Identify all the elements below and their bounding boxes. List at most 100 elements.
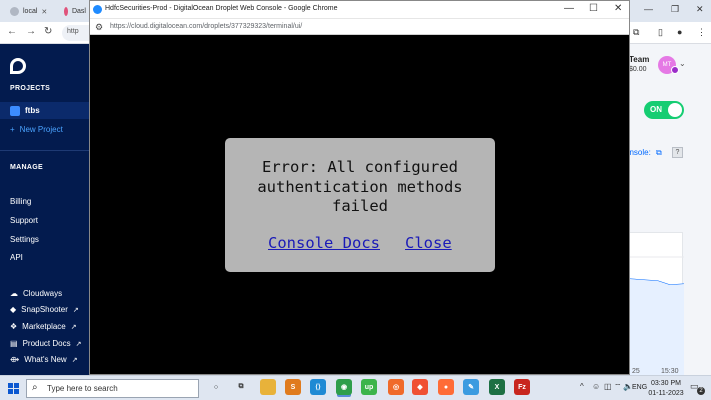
copy-icon[interactable]: ⧉ [656,148,662,158]
sidebar-item-billing[interactable]: Billing [10,197,31,206]
side-panel-icon[interactable]: ▯ [658,27,663,38]
external-link-icon: ↗ [75,340,82,348]
sidebar-item-label: What's New [24,355,67,364]
new-project-button[interactable]: + New Project [10,125,63,134]
vscode-icon[interactable]: ⟨⟩ [310,379,326,395]
sidebar-item-marketplace[interactable]: ❖ Marketplace ↗ [10,322,77,331]
person-icon[interactable]: ☺ [592,382,600,391]
reload-icon[interactable]: ↻ [44,26,52,37]
sidebar-item-cloudways[interactable]: ☁ Cloudways [10,289,62,298]
close-dialog-link[interactable]: Close [405,234,452,252]
filezilla-icon[interactable]: Fz [514,379,530,395]
cpu-graph [629,256,685,376]
cloud-icon: ☁ [10,289,18,298]
popup-address-bar[interactable]: ⚙ https://cloud.digitalocean.com/droplet… [90,18,629,35]
help-icon[interactable]: ? [672,147,683,158]
sidebar-item-label: Cloudways [23,289,63,298]
taskbar: ⌕ Type here to search ^ ☺ ◫ ⌔ 🔈 ENG 03:3… [0,375,711,400]
input-language[interactable]: ENG [632,384,647,391]
excel-icon[interactable]: X [489,379,505,395]
close-window-icon[interactable]: ✕ [614,3,622,14]
chevron-down-icon[interactable]: ⌄ [679,59,686,68]
site-info-icon[interactable]: ⚙ [95,22,103,33]
address-bar[interactable]: http [62,25,92,41]
wifi-icon[interactable]: ⌔ [614,382,622,392]
sidebar-item-snapshooter[interactable]: ◆ SnapShooter ↗ [10,305,79,314]
menu-icon[interactable]: ⋮ [697,27,706,38]
clock-date: 01-11-2023 [648,390,684,397]
search-placeholder: Type here to search [47,384,118,393]
postman-alt-icon[interactable]: ● [438,379,454,395]
popup-titlebar[interactable]: HdfcSecurities-Prod - DigitalOcean Dropl… [90,1,629,18]
chrome-icon[interactable]: ◉ [336,379,352,395]
projects-heading: PROJECTS [10,85,51,92]
plus-icon: + [10,125,15,134]
search-icon: ⌕ [32,382,38,393]
team-balance: $0.00 [629,66,647,73]
address-bar-text: http [67,28,79,35]
close-window-icon[interactable]: ✕ [696,4,704,15]
network-icon[interactable]: ◫ [604,382,612,391]
popup-title: HdfcSecurities-Prod - DigitalOcean Dropl… [105,5,338,12]
browser-tab-dashboard[interactable]: Dasl [58,3,92,20]
console-docs-link[interactable]: Console Docs [268,234,380,252]
profile-icon[interactable]: ● [677,27,682,37]
clock-time: 03:30 PM [651,380,681,387]
digitalocean-favicon-icon [93,5,102,14]
tab-label: Dasl [71,8,86,15]
external-link-icon: ↗ [71,356,78,364]
tab-favicon-icon [10,7,19,16]
cortana-icon[interactable]: ○ [208,379,224,395]
browser-tab-local[interactable]: local ✕ [4,3,54,20]
sidebar-item-support[interactable]: Support [10,216,38,225]
tray-expand-icon[interactable]: ^ [580,382,584,391]
tab-label: local [23,8,38,15]
sidebar-item-product-docs[interactable]: ▤ Product Docs ↗ [10,339,81,348]
error-message: Error: All configured authentication met… [257,158,463,215]
git-icon[interactable]: ◆ [412,379,428,395]
docs-icon: ▤ [10,339,18,348]
terminal-area[interactable]: Error: All configured authentication met… [90,35,629,374]
sidebar-item-label: ftbs [25,106,40,115]
taskbar-search-input[interactable]: ⌕ Type here to search [26,379,199,398]
time-label: 25 [632,368,640,375]
droplet-power-toggle[interactable]: ON [644,101,684,119]
manage-heading: MANAGE [10,164,43,171]
forward-icon[interactable]: → [26,26,36,37]
tab-close-icon[interactable]: ✕ [41,8,47,16]
sidebar-item-project-ftbs[interactable]: ftbs [0,102,91,119]
minimize-icon[interactable]: — [644,4,653,14]
notification-count: 2 [697,387,705,395]
tab-favicon-icon [64,7,68,16]
sidebar-item-label: SnapShooter [21,305,68,314]
minimize-icon[interactable]: — [564,3,574,14]
toggle-knob [668,103,682,117]
megaphone-icon: ⟴ [10,355,20,364]
external-link-icon: ↗ [72,306,79,314]
digitalocean-logo-icon[interactable] [10,58,26,74]
task-view-icon[interactable]: ⧉ [233,379,249,395]
postman-icon[interactable]: ◎ [388,379,404,395]
error-dialog: Error: All configured authentication met… [225,138,495,272]
graph-area [630,279,684,376]
paint-icon[interactable]: ✎ [463,379,479,395]
console-popup-window: HdfcSecurities-Prod - DigitalOcean Dropl… [89,0,630,375]
time-label: 15:30 [661,368,679,375]
windows-start-icon[interactable] [8,383,19,394]
restore-icon[interactable]: ❐ [671,4,679,15]
sublime-text-icon[interactable]: S [285,379,301,395]
upwork-icon[interactable]: up [361,379,377,395]
file-explorer-icon[interactable] [260,379,276,395]
back-icon[interactable]: ← [7,26,17,37]
sidebar-item-whats-new[interactable]: ⟴ What's New ↗ [10,355,78,364]
team-name[interactable]: Team [629,55,649,64]
toggle-label: ON [650,105,662,114]
avatar-badge [671,66,679,74]
sidebar-item-label: Marketplace [22,322,66,331]
sidebar-item-api[interactable]: API [10,253,23,262]
sidebar-item-settings[interactable]: Settings [10,235,39,244]
extension-icon[interactable]: ⧉ [633,27,639,38]
snapshot-icon: ◆ [10,305,17,314]
tray-clock[interactable]: 03:30 PM 01-11-2023 [648,379,684,399]
maximize-icon[interactable]: ☐ [589,3,598,14]
